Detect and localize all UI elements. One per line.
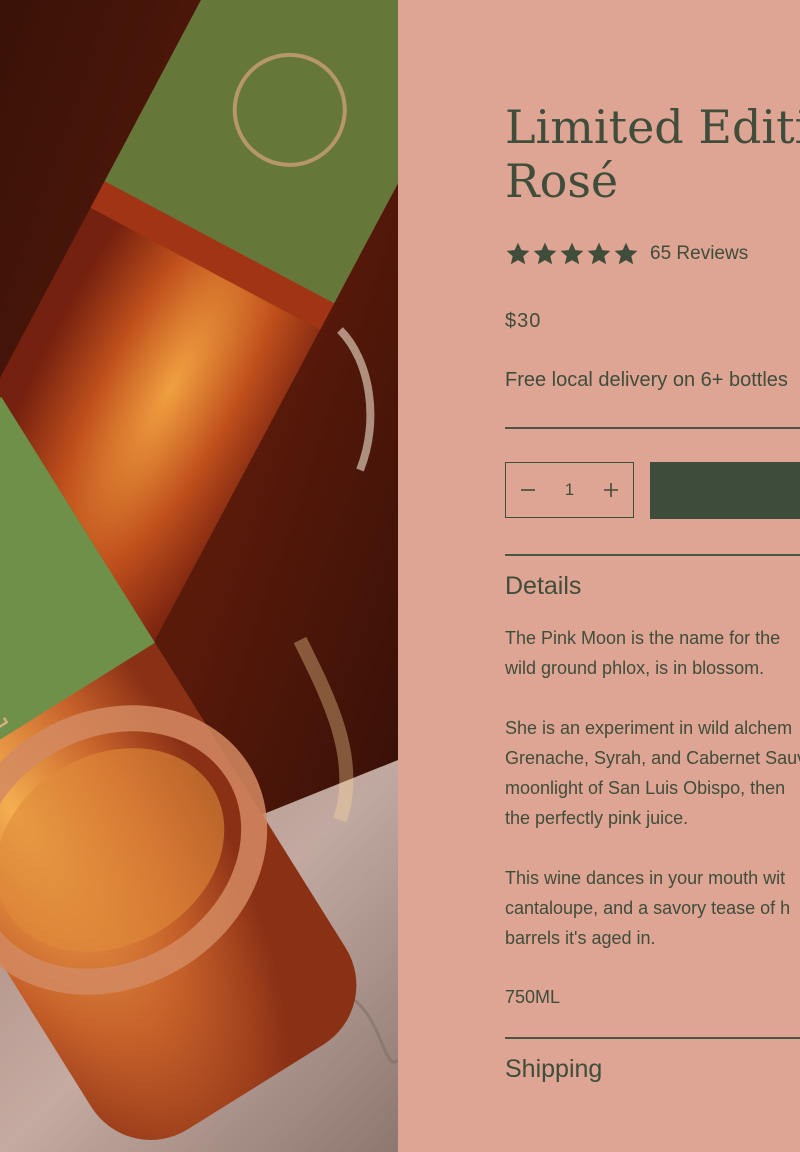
divider	[505, 554, 800, 556]
increase-button[interactable]	[601, 480, 621, 500]
shipping-heading[interactable]: Shipping	[505, 1055, 602, 1084]
details-text: wild ground phlox, is in blossom.	[505, 658, 765, 678]
product-title: Limited Edition Rosé	[505, 100, 800, 208]
divider	[505, 1037, 800, 1039]
delivery-note: Free local delivery on 6+ bottles	[505, 369, 788, 391]
product-title-line2: Rosé	[505, 154, 619, 208]
reviews-link[interactable]: 65 Reviews	[650, 243, 748, 265]
plus-icon	[604, 483, 618, 497]
add-to-cart-button[interactable]	[650, 462, 800, 519]
details-text: The Pink Moon is the name for the	[505, 628, 781, 648]
details-text: barrels it's aged in.	[505, 928, 656, 948]
minus-icon	[521, 489, 535, 491]
product-photo: E ON SÉ	[0, 0, 398, 1152]
star-icon	[614, 242, 638, 265]
product-title-line1: Limited Edition	[505, 100, 800, 154]
rating-stars	[505, 241, 639, 267]
quantity-stepper[interactable]: 1	[505, 462, 634, 518]
details-text: This wine dances in your mouth wit	[505, 868, 786, 888]
product-panel: Limited Edition Rosé 65 Reviews $30 Free…	[398, 0, 800, 1152]
wine-bottles-image: E ON SÉ	[0, 0, 398, 1152]
details-text: the perfectly pink juice.	[505, 808, 689, 828]
details-text: Grenache, Syrah, and Cabernet Sauv	[505, 748, 800, 768]
volume: 750ML	[505, 987, 561, 1007]
details-paragraph-1: The Pink Moon is the name for the wild g…	[505, 623, 800, 683]
star-icon	[587, 242, 611, 265]
star-icon	[506, 242, 530, 265]
details-heading[interactable]: Details	[505, 572, 581, 601]
rating[interactable]: 65 Reviews	[505, 241, 748, 267]
details-paragraph-3: This wine dances in your mouth wit canta…	[505, 863, 800, 953]
details-text: She is an experiment in wild alchem	[505, 718, 793, 738]
divider	[505, 427, 800, 429]
details-text: moonlight of San Luis Obispo, then	[505, 778, 786, 798]
star-icon	[533, 242, 557, 265]
price: $30	[505, 310, 542, 332]
details-text: cantaloupe, and a savory tease of h	[505, 898, 791, 918]
decrease-button[interactable]	[518, 480, 538, 500]
details-paragraph-2: She is an experiment in wild alchem Gren…	[505, 713, 800, 833]
quantity-value[interactable]: 1	[565, 480, 574, 500]
star-icon	[560, 242, 584, 265]
